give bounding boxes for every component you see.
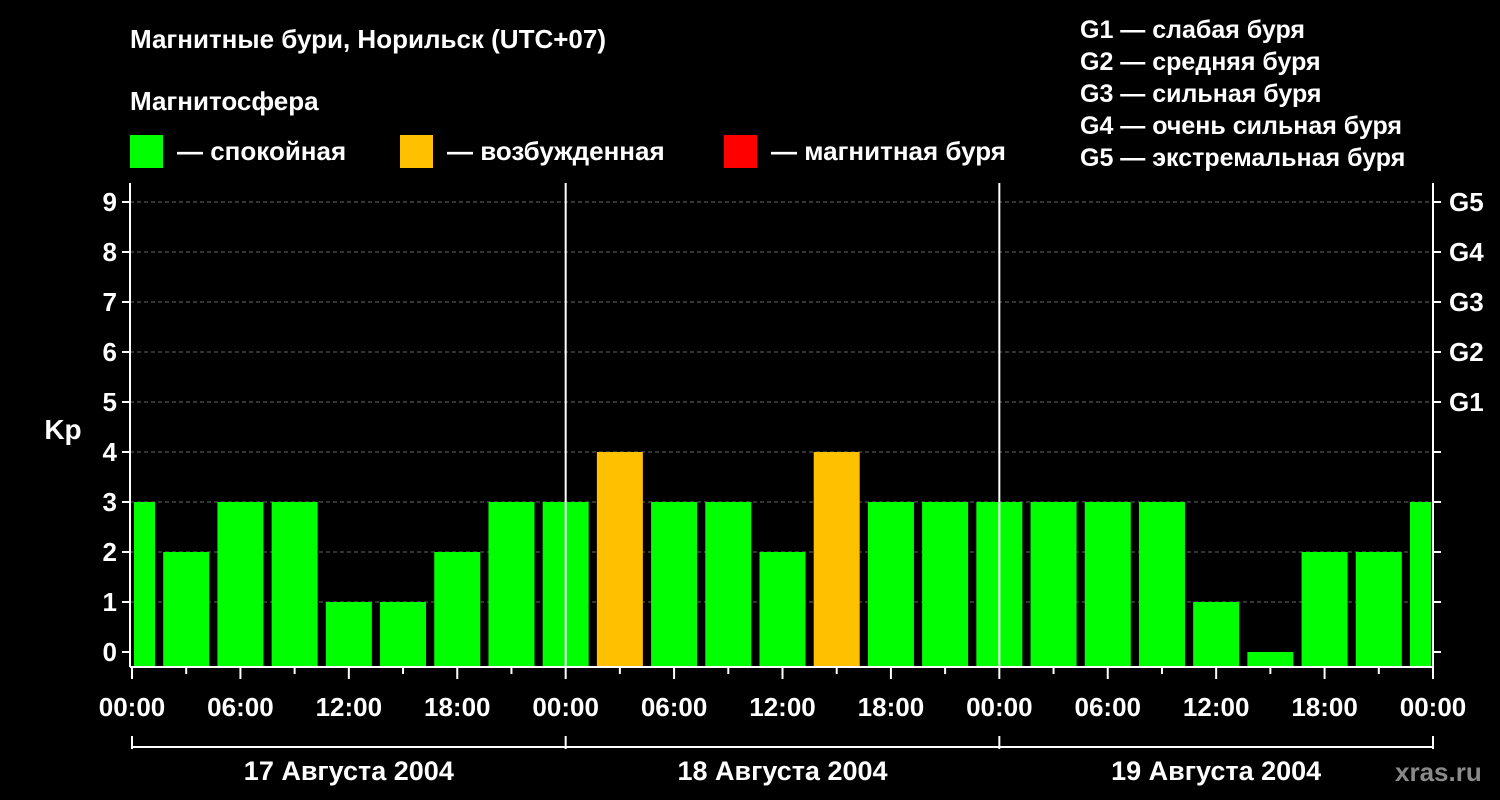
x-tick-label-3: 18:00	[424, 692, 491, 722]
bar-7	[488, 502, 535, 667]
bar-2	[217, 502, 264, 667]
day-label-0: 17 Августа 2004	[244, 756, 454, 786]
bar-10	[651, 502, 698, 667]
y-tick-label-3: 3	[103, 487, 117, 517]
y-tick-label-0: 0	[103, 637, 117, 667]
y-tick-label-6: 6	[103, 337, 117, 367]
y-axis-label: Kp	[44, 414, 81, 445]
right-tick-label-G5: G5	[1449, 187, 1484, 217]
x-tick-label-1: 06:00	[207, 692, 274, 722]
y-tick-label-1: 1	[103, 587, 117, 617]
bar-13	[813, 452, 860, 667]
bar-3	[271, 502, 318, 667]
x-tick-label-4: 00:00	[532, 692, 599, 722]
bar-17	[1030, 502, 1077, 667]
x-tick-label-5: 06:00	[641, 692, 708, 722]
bar-9	[596, 452, 643, 667]
x-tick-label-6: 12:00	[749, 692, 816, 722]
x-tick-label-12: 00:00	[1400, 692, 1467, 722]
y-tick-label-7: 7	[103, 287, 117, 317]
y-tick-label-9: 9	[103, 187, 117, 217]
y-tick-label-2: 2	[103, 537, 117, 567]
x-tick-label-2: 12:00	[316, 692, 383, 722]
right-tick-label-G3: G3	[1449, 287, 1484, 317]
y-tick-label-5: 5	[103, 387, 117, 417]
x-tick-label-10: 12:00	[1183, 692, 1250, 722]
site-watermark: xras.ru	[1395, 757, 1482, 787]
x-tick-label-0: 00:00	[99, 692, 166, 722]
bar-23	[1355, 552, 1402, 667]
kp-bar-chart: 0 1 2 3 4 5 6 7 8 9 G1 G2 G3 G4 G5 Kp 00:00 06:00 12:00 18:…	[44, 183, 1484, 786]
right-tick-label-G1: G1	[1449, 387, 1484, 417]
x-tick-label-11: 18:00	[1291, 692, 1358, 722]
right-tick-label-G2: G2	[1449, 337, 1484, 367]
bar-5	[380, 602, 427, 667]
y-tick-label-8: 8	[103, 237, 117, 267]
bar-15	[922, 502, 969, 667]
x-tick-label-9: 06:00	[1075, 692, 1142, 722]
bar-22	[1301, 552, 1348, 667]
right-tick-label-G4: G4	[1449, 237, 1484, 267]
bar-14	[867, 502, 914, 667]
bar-0	[134, 502, 155, 667]
bar-4	[325, 602, 372, 667]
day-label-1: 18 Августа 2004	[677, 756, 887, 786]
bar-20	[1193, 602, 1240, 667]
y-tick-label-4: 4	[103, 437, 118, 467]
bar-12	[759, 552, 806, 667]
bar-24	[1410, 502, 1431, 667]
day-label-2: 19 Августа 2004	[1111, 756, 1321, 786]
bar-1	[163, 552, 210, 667]
x-tick-label-7: 18:00	[858, 692, 925, 722]
bar-18	[1084, 502, 1131, 667]
x-tick-label-8: 00:00	[966, 692, 1033, 722]
bar-19	[1138, 502, 1185, 667]
bar-6	[434, 552, 481, 667]
bar-21	[1247, 652, 1294, 667]
bar-11	[705, 502, 752, 667]
